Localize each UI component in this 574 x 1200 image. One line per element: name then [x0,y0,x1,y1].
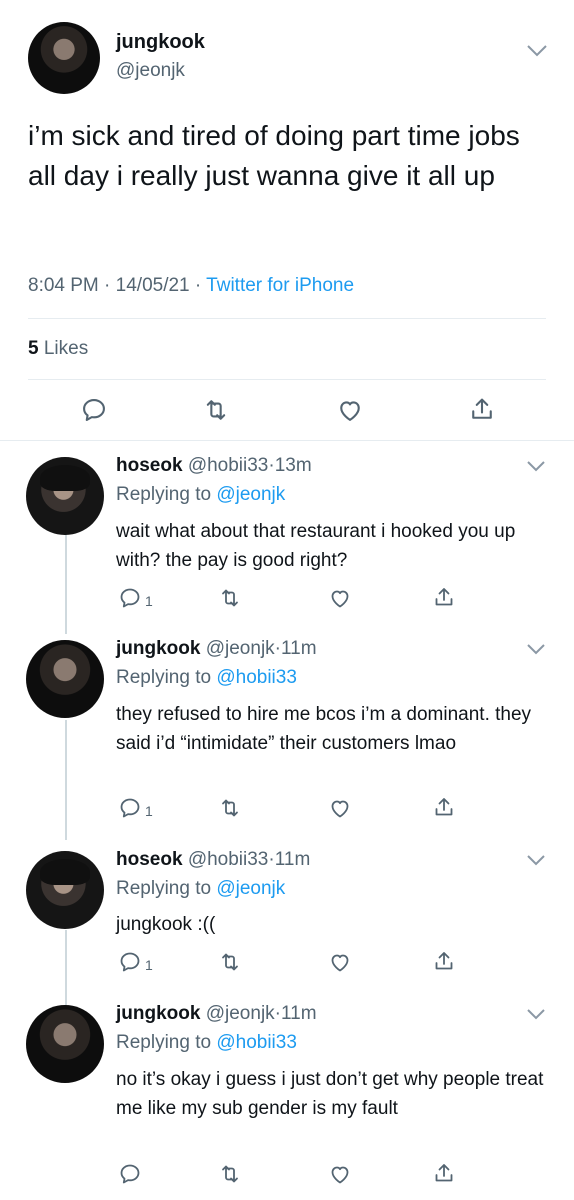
reply-text: jungkook :(( [116,914,216,935]
replying-prefix: Replying to [116,667,212,688]
handle[interactable]: @hobii33 [188,849,269,870]
display-name[interactable]: hoseok [116,455,183,476]
display-name[interactable]: jungkook [116,31,205,54]
likes-number: 5 [28,338,39,359]
share-icon[interactable] [432,585,456,609]
avatar[interactable] [26,851,104,929]
display-name[interactable]: hoseok [116,849,183,870]
reply-icon[interactable] [118,1162,142,1186]
replying-to-link[interactable]: @jeonjk [216,484,285,505]
likes-count[interactable]: 5 Likes [28,338,88,360]
reply-header: hoseok @hobii33·11m [116,849,310,871]
chevron-down-icon[interactable] [526,643,546,655]
handle[interactable]: @jeonjk [206,1003,275,1024]
reply-icon[interactable] [80,396,108,424]
replying-to: Replying to @jeonjk [116,484,285,506]
replying-to-link[interactable]: @jeonjk [216,878,285,899]
replying-to-link[interactable]: @hobii33 [216,1032,297,1053]
replying-prefix: Replying to [116,484,212,505]
display-name[interactable]: jungkook [116,638,200,659]
replying-to: Replying to @hobii33 [116,1032,297,1054]
reply-text: wait what about that restaurant i hooked… [116,521,516,571]
reply-header: jungkook @jeonjk·11m [116,1003,317,1025]
tweet-text: i’m sick and tired of doing part time jo… [28,120,520,191]
heart-icon[interactable] [336,396,364,424]
reply-header: jungkook @jeonjk·11m [116,638,317,660]
chevron-down-icon[interactable] [526,1008,546,1020]
reply-time: 13m [274,455,312,476]
handle[interactable]: @hobii33 [188,455,269,476]
thread-line [65,534,67,634]
chevron-down-icon[interactable] [526,854,546,866]
tweet-source[interactable]: Twitter for iPhone [206,275,354,296]
avatar[interactable] [26,457,104,535]
heart-icon[interactable] [328,796,352,820]
heart-icon[interactable] [328,950,352,974]
share-icon[interactable] [468,395,496,423]
tweet-date: 14/05/21 [115,275,190,296]
divider [28,318,546,319]
replying-to: Replying to @jeonjk [116,878,285,900]
handle[interactable]: @jeonjk [206,638,275,659]
chevron-down-icon[interactable] [526,44,548,58]
reply-text: no it’s okay i guess i just don’t get wh… [116,1069,544,1119]
reply-time: 11m [274,849,311,870]
replying-prefix: Replying to [116,878,212,899]
reply-header: hoseok @hobii33·13m [116,455,312,477]
retweet-icon[interactable] [202,396,230,424]
reply-count: 1 [145,593,153,609]
tweet-meta: 8:04 PM · 14/05/21 · Twitter for iPhone [28,275,354,297]
share-icon[interactable] [432,1161,456,1185]
thread-line [65,720,67,840]
thread-line [65,930,67,1008]
likes-label: Likes [43,338,89,359]
meta-separator: · [194,275,202,296]
replying-prefix: Replying to [116,1032,212,1053]
reply-time: 11m [281,638,317,659]
heart-icon[interactable] [328,1162,352,1186]
heart-icon[interactable] [328,586,352,610]
retweet-icon[interactable] [218,1162,242,1186]
reply-time: 11m [281,1003,317,1024]
reply-text: they refused to hire me bcos i’m a domin… [116,704,532,754]
avatar[interactable] [28,22,100,94]
share-icon[interactable] [432,949,456,973]
divider [0,440,574,441]
display-name[interactable]: jungkook [116,1003,200,1024]
reply-count: 1 [145,957,153,973]
retweet-icon[interactable] [218,950,242,974]
reply-icon[interactable] [118,586,142,610]
reply-count: 1 [145,803,153,819]
replying-to: Replying to @hobii33 [116,667,297,689]
retweet-icon[interactable] [218,796,242,820]
retweet-icon[interactable] [218,586,242,610]
tweet-time: 8:04 PM [28,275,99,296]
replying-to-link[interactable]: @hobii33 [216,667,297,688]
reply-icon[interactable] [118,796,142,820]
share-icon[interactable] [432,795,456,819]
avatar[interactable] [26,1005,104,1083]
meta-separator: · [104,275,111,296]
reply-icon[interactable] [118,950,142,974]
divider [28,379,546,380]
avatar[interactable] [26,640,104,718]
handle[interactable]: @jeonjk [116,60,185,82]
chevron-down-icon[interactable] [526,460,546,472]
